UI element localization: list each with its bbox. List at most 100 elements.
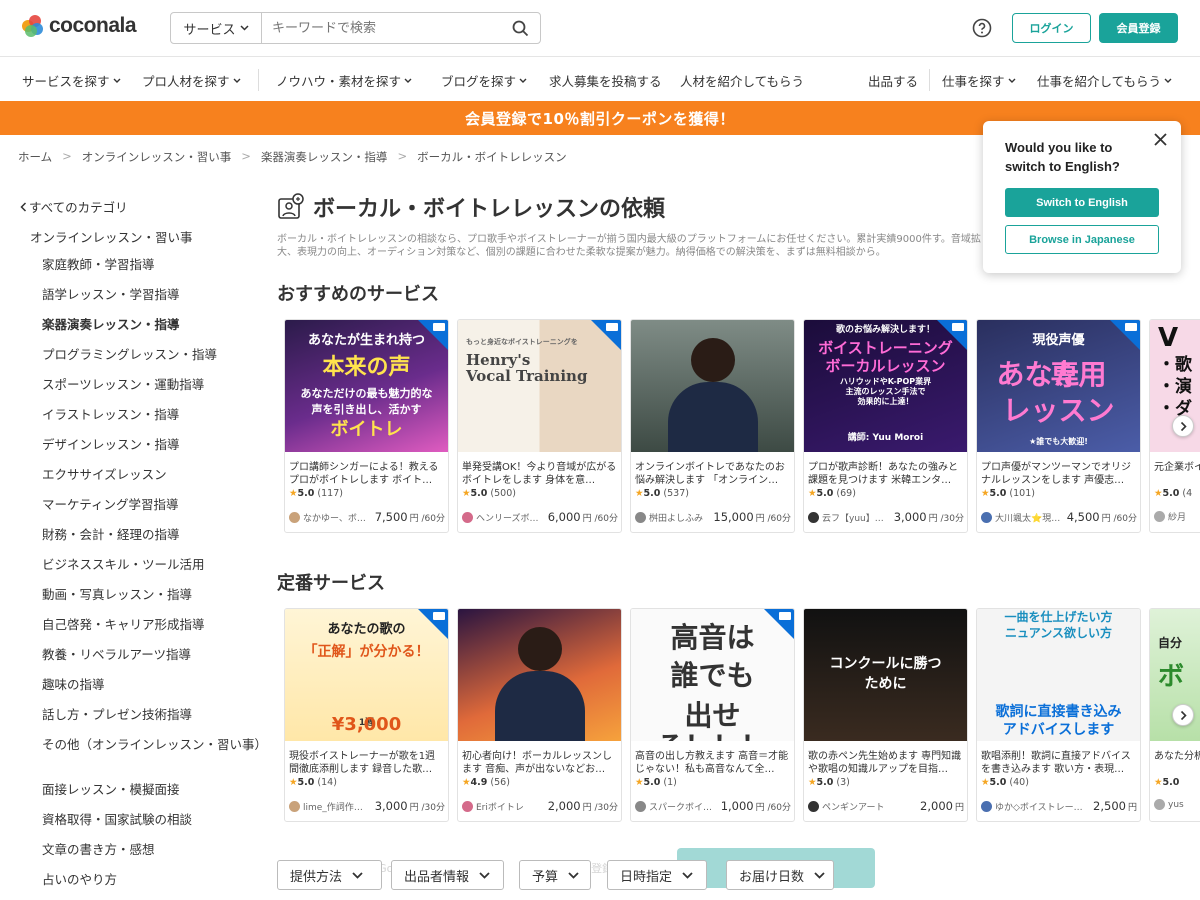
seller-avatar[interactable] bbox=[808, 511, 819, 523]
breadcrumb-home[interactable]: ホーム bbox=[18, 149, 52, 165]
seller-name[interactable]: lime_作詞作曲… bbox=[303, 800, 371, 813]
service-card[interactable]: 歌のお悩み解決します！ ボイストレーニング ボーカルレッスン ハリウッドやK-POP業… bbox=[803, 319, 968, 533]
nav-find-pros[interactable]: プロ人材を探す bbox=[142, 71, 241, 90]
sidebar-item[interactable]: マーケティング学習指導 bbox=[42, 497, 242, 512]
service-title[interactable]: 高音の出し方教えます 高音＝才能じゃない！私も高音なんて全… bbox=[635, 750, 791, 776]
sidebar-item[interactable]: 教養・リベラルアーツ指導 bbox=[42, 647, 242, 662]
service-card[interactable]: 現役声優 あなた 専用 レッスン ★誰でも大歓迎! プロ声優がマンツーマンでオリジナルレッ… bbox=[976, 319, 1141, 533]
filter-dropdown[interactable]: 予算 bbox=[519, 860, 591, 890]
seller-avatar[interactable] bbox=[635, 511, 646, 523]
seller-avatar[interactable] bbox=[635, 800, 646, 812]
seller-avatar[interactable] bbox=[1154, 511, 1165, 522]
service-title[interactable]: プロが歌声診断！あなたの強みと課題を見つけます 米韓エンタ… bbox=[808, 461, 964, 487]
coconala-logo[interactable]: coconala bbox=[22, 14, 137, 38]
breadcrumb-online-lessons[interactable]: オンラインレッスン・習い事 bbox=[82, 149, 232, 165]
sidebar-item[interactable]: 面接レッスン・模擬面接 bbox=[42, 782, 242, 797]
service-title[interactable]: 歌の赤ペン先生始めます 専門知識や歌唱の知識ルアップを目指… bbox=[808, 750, 964, 776]
service-card[interactable]: オンラインボイトレであなたのお悩み解決します 「オンライン… ★5.0 (537)… bbox=[630, 319, 795, 533]
service-card[interactable]: あなたの歌の 「正解」が分かる！ 1週 ¥3,000 現役ボイストレーナーが歌を1週間徹… bbox=[284, 608, 449, 822]
service-title[interactable]: プロ声優がマンツーマンでオリジナルレッスンをします 声優志… bbox=[981, 461, 1137, 487]
filter-dropdown[interactable]: 出品者情報 bbox=[391, 860, 504, 890]
seller-avatar[interactable] bbox=[1154, 799, 1165, 810]
nav-find-services[interactable]: サービスを探す bbox=[22, 71, 121, 90]
sidebar-item[interactable]: プログラミングレッスン・指導 bbox=[42, 347, 242, 362]
service-title[interactable]: 元企業ボイト… bbox=[1154, 461, 1200, 487]
help-icon[interactable] bbox=[972, 18, 992, 38]
sidebar-item[interactable]: エクササイズレッスン bbox=[42, 467, 242, 482]
nav-sell[interactable]: 出品する bbox=[868, 71, 918, 90]
nav-find-knowhow[interactable]: ノウハウ・素材を探す bbox=[276, 71, 412, 90]
browse-japanese-button[interactable]: Browse in Japanese bbox=[1005, 225, 1159, 254]
sidebar-item[interactable]: 財務・会計・経理の指導 bbox=[42, 527, 242, 542]
seller-avatar[interactable] bbox=[289, 511, 300, 523]
sidebar-item[interactable]: 家庭教師・学習指導 bbox=[42, 257, 242, 272]
service-card[interactable]: 高音は誰でも出せる！！！高音の出し方教えます 高音＝才能じゃない！私も高音なんて… bbox=[630, 608, 795, 822]
breadcrumb-instrument-lessons[interactable]: 楽器演奏レッスン・指導 bbox=[261, 149, 388, 165]
service-title[interactable]: あなた分析を… bbox=[1154, 750, 1200, 776]
nav-find-jobs[interactable]: 仕事を探す bbox=[942, 71, 1016, 90]
search-button[interactable] bbox=[500, 13, 540, 43]
sidebar-item[interactable]: その他（オンラインレッスン・習い事） bbox=[42, 737, 267, 752]
sidebar-item[interactable]: 資格取得・国家試験の相談 bbox=[42, 812, 242, 827]
seller-name[interactable]: 大川颯太⭐現… bbox=[995, 511, 1063, 524]
sidebar-item[interactable]: 趣味の指導 bbox=[42, 677, 242, 692]
service-card[interactable]: もっと身近なボイストレーニングを Henry's Vocal Training 単発受… bbox=[457, 319, 622, 533]
seller-name[interactable]: 云フ【yuu】… bbox=[822, 511, 890, 524]
sidebar-item[interactable]: 文章の書き方・感想 bbox=[42, 842, 242, 857]
service-title[interactable]: オンラインボイトレであなたのお悩み解決します 「オンライン… bbox=[635, 461, 791, 487]
sidebar-item[interactable]: スポーツレッスン・運動指導 bbox=[42, 377, 242, 392]
seller-avatar[interactable] bbox=[981, 800, 992, 812]
nav-post-job[interactable]: 求人募集を投稿する bbox=[549, 71, 662, 90]
filter-dropdown[interactable]: お届け日数 bbox=[726, 860, 834, 890]
seller-name[interactable]: なかゆー、ボ… bbox=[303, 511, 371, 524]
price-unit: 円 /60分 bbox=[755, 513, 791, 524]
search-input[interactable] bbox=[262, 13, 500, 43]
carousel-next-button[interactable] bbox=[1172, 415, 1194, 437]
seller-name[interactable]: ヘンリーズボ… bbox=[476, 511, 544, 524]
filter-dropdown[interactable]: 提供方法 bbox=[277, 860, 382, 890]
switch-english-button[interactable]: Switch to English bbox=[1005, 188, 1159, 217]
register-button[interactable]: 会員登録 bbox=[1099, 13, 1178, 43]
service-title[interactable]: 初心者向け！ボーカルレッスンします 音痴、声が出ないなどお… bbox=[462, 750, 618, 776]
filter-dropdown[interactable]: 日時指定 bbox=[607, 860, 707, 890]
seller-name[interactable]: 桝田よしふみ bbox=[649, 511, 709, 524]
seller-avatar[interactable] bbox=[289, 800, 300, 812]
nav-get-jobs-introduced[interactable]: 仕事を紹介してもらう bbox=[1037, 71, 1172, 90]
service-card[interactable]: あなたが生まれ持つ 本来の声 あなただけの最も魅力的な 声を引き出し、活かす ボイトレプ… bbox=[284, 319, 449, 533]
seller-avatar[interactable] bbox=[808, 800, 819, 812]
service-title[interactable]: 現役ボイストレーナーが歌を1週間徹底添削します 録音した歌… bbox=[289, 750, 445, 776]
sidebar-item[interactable]: イラストレッスン・指導 bbox=[42, 407, 242, 422]
service-card[interactable]: 初心者向け！ボーカルレッスンします 音痴、声が出ないなどお… ★4.9 (56) E… bbox=[457, 608, 622, 822]
sidebar-parent-category[interactable]: オンラインレッスン・習い事 bbox=[30, 227, 193, 246]
sidebar-item[interactable]: 占いのやり方 bbox=[42, 872, 242, 887]
carousel-next-button[interactable] bbox=[1172, 704, 1194, 726]
sidebar-item[interactable]: 動画・写真レッスン・指導 bbox=[42, 587, 242, 602]
seller-name[interactable]: Eriボイトレ bbox=[476, 800, 544, 813]
seller-name[interactable]: yus bbox=[1168, 800, 1200, 810]
seller-name[interactable]: スパークボイ… bbox=[649, 800, 717, 813]
seller-avatar[interactable] bbox=[462, 800, 473, 812]
service-card[interactable]: 一曲を仕上げたい方 ニュアンス欲しい方 歌詞に直接書き込み アドバイスします 歌唱添削！… bbox=[976, 608, 1141, 822]
login-button[interactable]: ログイン bbox=[1012, 13, 1091, 43]
seller-avatar[interactable] bbox=[981, 511, 992, 523]
video-camera-icon bbox=[779, 612, 791, 620]
search-category-select[interactable]: サービス bbox=[171, 13, 262, 43]
sidebar-item[interactable]: 話し方・プレゼン技術指導 bbox=[42, 707, 242, 722]
nav-find-blogs[interactable]: ブログを探す bbox=[441, 71, 527, 90]
service-title[interactable]: 歌唱添削！歌詞に直接アドバイスを書き込みます 歌い方・表現… bbox=[981, 750, 1137, 776]
service-card[interactable]: コンクールに勝つ ために 歌の赤ペン先生始めます 専門知識や歌唱の知識ルアップを目指… bbox=[803, 608, 968, 822]
service-title[interactable]: 単発受講OK！今より音域が広がるボイトレをします 身体を意… bbox=[462, 461, 618, 487]
seller-name[interactable]: ゆか◇ボイストレー… bbox=[995, 800, 1089, 813]
sidebar-item[interactable]: ビジネススキル・ツール活用 bbox=[42, 557, 242, 572]
service-title[interactable]: プロ講師シンガーによる！教えるプロがボイトレします ボイト… bbox=[289, 461, 445, 487]
seller-avatar[interactable] bbox=[462, 511, 473, 523]
sidebar-item[interactable]: 楽器演奏レッスン・指導 bbox=[42, 317, 242, 332]
all-categories-link[interactable]: すべてのカテゴリ bbox=[20, 197, 128, 216]
seller-name[interactable]: ペンギンアート bbox=[822, 800, 916, 813]
sidebar-item[interactable]: 語学レッスン・学習指導 bbox=[42, 287, 242, 302]
seller-name[interactable]: 紗月 bbox=[1168, 510, 1200, 523]
sidebar-item[interactable]: デザインレッスン・指導 bbox=[42, 437, 242, 452]
sidebar-item[interactable]: 自己啓発・キャリア形成指導 bbox=[42, 617, 242, 632]
close-icon[interactable] bbox=[1154, 133, 1167, 146]
nav-introduce-talent[interactable]: 人材を紹介してもらう bbox=[680, 71, 804, 90]
